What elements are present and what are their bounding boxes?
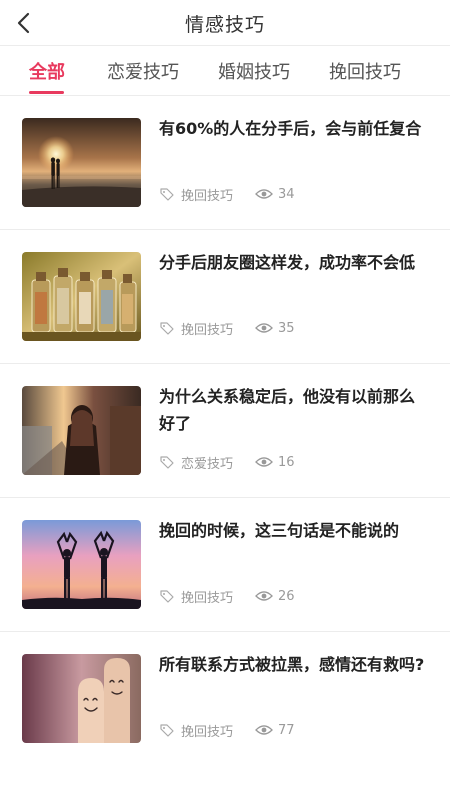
article-thumbnail	[22, 118, 141, 207]
view-count: 35	[278, 320, 295, 336]
view-count: 34	[278, 186, 295, 202]
list-item[interactable]: 所有联系方式被拉黑，感情还有救吗? 挽回技巧 77	[0, 632, 450, 766]
tag-icon	[160, 322, 174, 335]
article-meta: 挽回技巧 34	[159, 184, 295, 204]
list-item[interactable]: 挽回的时候，这三句话是不能说的 挽回技巧 26	[0, 498, 450, 632]
page-title: 情感技巧	[184, 14, 265, 36]
tag-icon	[160, 188, 174, 201]
article-title: 分手后朋友圈这样发，成功率不会低	[159, 253, 416, 272]
article-title: 所有联系方式被拉黑，感情还有救吗?	[159, 655, 425, 674]
eye-icon	[255, 591, 273, 601]
tab-recovery-tips[interactable]: 挽回技巧	[329, 58, 401, 84]
article-thumbnail	[22, 520, 141, 609]
eye-icon	[255, 323, 273, 333]
tab-marriage-tips[interactable]: 婚姻技巧	[218, 58, 290, 84]
active-tab-indicator	[29, 91, 64, 94]
article-meta: 挽回技巧 35	[159, 318, 295, 338]
eye-icon	[255, 457, 273, 467]
top-bar: 情感技巧	[0, 0, 450, 46]
article-thumbnail	[22, 386, 141, 475]
article-title: 为什么关系稳定后，他没有以前那么好了	[159, 387, 416, 433]
article-thumbnail	[22, 654, 141, 743]
list-item[interactable]: 分手后朋友圈这样发，成功率不会低 挽回技巧 35	[0, 230, 450, 364]
tab-dating-tips[interactable]: 恋爱技巧	[107, 58, 179, 84]
view-count: 26	[278, 588, 295, 604]
article-tag: 挽回技巧	[181, 590, 234, 606]
tag-icon	[160, 724, 174, 737]
tag-icon	[160, 590, 174, 603]
category-tabs: 全部 恋爱技巧 婚姻技巧 挽回技巧	[0, 46, 450, 96]
article-meta: 恋爱技巧 16	[159, 452, 295, 472]
article-tag: 挽回技巧	[181, 188, 234, 204]
article-tag: 挽回技巧	[181, 724, 234, 740]
eye-icon	[255, 189, 273, 199]
tab-all[interactable]: 全部	[29, 58, 65, 84]
view-count: 16	[278, 454, 295, 470]
article-meta: 挽回技巧 26	[159, 586, 295, 606]
article-meta: 挽回技巧 77	[159, 720, 295, 740]
list-item[interactable]: 有60%的人在分手后，会与前任复合 挽回技巧 34	[0, 96, 450, 230]
eye-icon	[255, 725, 273, 735]
article-tag: 挽回技巧	[181, 322, 234, 338]
view-count: 77	[278, 722, 295, 738]
list-item[interactable]: 为什么关系稳定后，他没有以前那么好了 恋爱技巧 16	[0, 364, 450, 498]
article-tag: 恋爱技巧	[181, 456, 234, 472]
article-list: 有60%的人在分手后，会与前任复合 挽回技巧 34 分手后朋友圈这样发，成功率不…	[0, 96, 450, 766]
tag-icon	[160, 456, 174, 469]
article-title: 挽回的时候，这三句话是不能说的	[159, 521, 400, 540]
article-thumbnail	[22, 252, 141, 341]
article-title: 有60%的人在分手后，会与前任复合	[159, 119, 422, 138]
